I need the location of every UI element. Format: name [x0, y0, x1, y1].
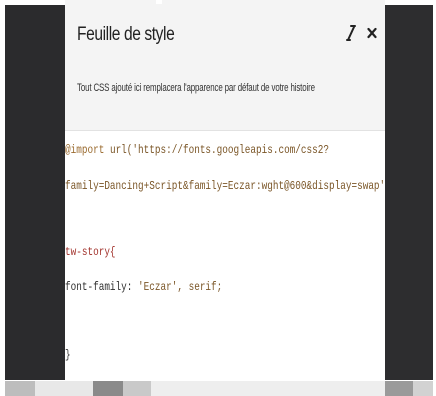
code-property: font-family:	[65, 280, 139, 294]
strip-segment	[123, 381, 151, 396]
code-selector: tw-story{	[65, 245, 116, 259]
stylesheet-dialog: Feuille de style Tout CSS ajouté ici rem…	[65, 0, 385, 380]
backdrop-left[interactable]	[5, 5, 65, 380]
code-closing-brace: }	[65, 348, 71, 362]
dialog-title: Feuille de style	[77, 24, 175, 45]
strip-segment	[35, 381, 93, 396]
top-notch	[156, 0, 162, 4]
code-at-rule: @import	[65, 143, 105, 157]
css-code-editor[interactable]: @import url('https://fonts.googleapis.co…	[65, 131, 385, 380]
close-button[interactable]	[364, 22, 380, 44]
strip-segment	[5, 381, 35, 396]
code-value: 'Eczar', serif;	[138, 280, 223, 294]
close-x-icon	[367, 27, 377, 39]
strip-segment	[385, 381, 413, 396]
resize-button[interactable]	[343, 22, 359, 44]
bottom-scroll-strip[interactable]	[5, 381, 433, 396]
screen: Feuille de style Tout CSS ajouté ici rem…	[0, 0, 436, 396]
backdrop-right[interactable]	[385, 5, 433, 380]
dialog-description: Tout CSS ajouté ici remplacera l'apparen…	[77, 82, 315, 94]
code-line-5: }	[65, 348, 71, 362]
dialog-header: Feuille de style Tout CSS ajouté ici rem…	[65, 0, 385, 131]
strip-segment	[413, 381, 433, 396]
strip-segment	[151, 381, 385, 396]
code-line-2: family=Dancing+Script&family=Eczar:wght@…	[65, 179, 385, 193]
resize-diagonal-icon	[346, 24, 356, 42]
code-url-continued: family=Dancing+Script&family=Eczar:wght@…	[65, 179, 385, 193]
strip-segment	[93, 381, 123, 396]
code-line-1: @import url('https://fonts.googleapis.co…	[65, 143, 329, 157]
code-line-4: font-family: 'Eczar', serif;	[65, 280, 222, 294]
code-line-3: tw-story{	[65, 245, 116, 259]
code-url: url('https://fonts.googleapis.com/css2?	[104, 143, 330, 157]
